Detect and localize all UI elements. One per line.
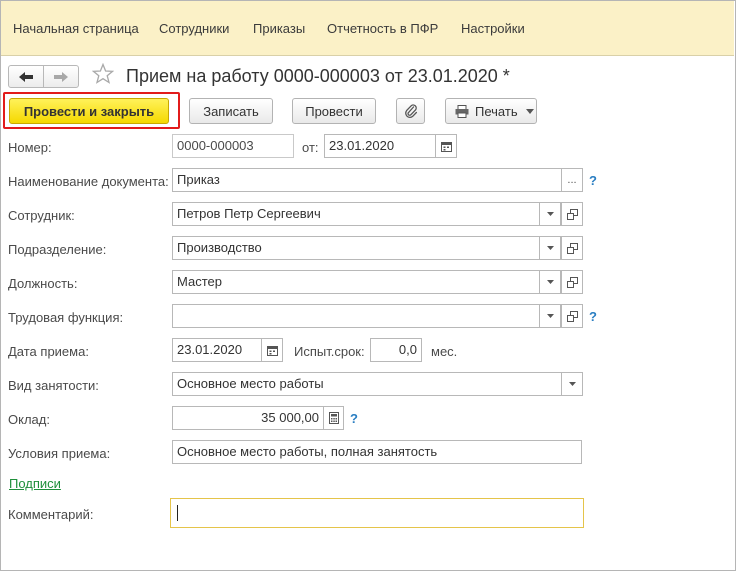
comment-field[interactable]: [170, 498, 584, 528]
hire-date-calendar-button[interactable]: [261, 338, 283, 362]
chevron-down-icon: [546, 212, 554, 216]
chevron-down-icon: [546, 246, 554, 250]
top-menu-bar: Начальная страница Сотрудники Приказы От…: [1, 1, 734, 56]
employee-field[interactable]: Петров Петр Сергеевич: [172, 202, 540, 226]
probation-unit-label: мес.: [431, 344, 458, 359]
save-button[interactable]: Записать: [189, 98, 273, 124]
calendar-icon: [266, 345, 278, 356]
forward-button[interactable]: [43, 65, 79, 88]
position-open-button[interactable]: [561, 270, 583, 294]
doc-name-select-button[interactable]: ...: [561, 168, 583, 192]
hire-date-label: Дата приема:: [8, 344, 89, 359]
number-field[interactable]: 0000-000003: [172, 134, 294, 158]
arrow-left-icon: [19, 71, 33, 82]
doc-name-help-icon[interactable]: ?: [589, 173, 597, 188]
date-from-label: от:: [302, 140, 319, 155]
document-date-field[interactable]: 23.01.2020: [324, 134, 436, 158]
salary-label: Оклад:: [8, 412, 50, 427]
position-label: Должность:: [8, 276, 78, 291]
probation-label: Испыт.срок:: [294, 344, 365, 359]
labor-function-label: Трудовая функция:: [8, 310, 124, 325]
probation-field[interactable]: 0,0: [370, 338, 422, 362]
chevron-down-icon: [546, 314, 554, 318]
menu-item-employees[interactable]: Сотрудники: [159, 21, 229, 36]
department-open-button[interactable]: [561, 236, 583, 260]
signatures-link[interactable]: Подписи: [9, 476, 61, 491]
comment-label: Комментарий:: [8, 507, 94, 522]
arrow-right-icon: [54, 71, 68, 82]
employment-type-field[interactable]: Основное место работы: [172, 372, 562, 396]
salary-field[interactable]: 35 000,00: [172, 406, 324, 430]
number-label: Номер:: [8, 140, 52, 155]
hire-date-field[interactable]: 23.01.2020: [172, 338, 262, 362]
department-label: Подразделение:: [8, 242, 107, 257]
chevron-down-icon: [546, 280, 554, 284]
department-field[interactable]: Производство: [172, 236, 540, 260]
doc-name-field[interactable]: Приказ: [172, 168, 562, 192]
menu-item-pfr-reports[interactable]: Отчетность в ПФР: [327, 21, 438, 36]
salary-help-icon[interactable]: ?: [350, 411, 358, 426]
doc-name-label: Наименование документа:: [8, 174, 169, 189]
paperclip-icon: [404, 104, 417, 118]
salary-calculator-button[interactable]: [323, 406, 344, 430]
text-cursor: [177, 505, 178, 521]
employee-dropdown-button[interactable]: [539, 202, 561, 226]
menu-item-home[interactable]: Начальная страница: [13, 21, 139, 36]
post-button[interactable]: Провести: [292, 98, 376, 124]
employment-type-label: Вид занятости:: [8, 378, 99, 393]
ellipsis-icon: ...: [567, 174, 577, 186]
open-form-icon: [566, 276, 578, 288]
open-form-icon: [566, 310, 578, 322]
post-and-close-button[interactable]: Провести и закрыть: [9, 98, 169, 124]
back-button[interactable]: [8, 65, 44, 88]
menu-item-settings[interactable]: Настройки: [461, 21, 525, 36]
attach-button[interactable]: [396, 98, 425, 124]
employment-type-dropdown-button[interactable]: [561, 372, 583, 396]
position-dropdown-button[interactable]: [539, 270, 561, 294]
department-dropdown-button[interactable]: [539, 236, 561, 260]
calculator-icon: [328, 412, 339, 424]
favorite-star-icon[interactable]: [92, 63, 114, 85]
employee-open-button[interactable]: [561, 202, 583, 226]
document-title: Прием на работу 0000-000003 от 23.01.202…: [126, 66, 510, 86]
open-form-icon: [566, 208, 578, 220]
calendar-icon: [440, 141, 452, 152]
print-button[interactable]: Печать: [445, 98, 537, 124]
employee-label: Сотрудник:: [8, 208, 75, 223]
chevron-down-icon: [525, 108, 534, 114]
document-date-calendar-button[interactable]: [435, 134, 457, 158]
menu-item-orders[interactable]: Приказы: [253, 21, 305, 36]
labor-function-dropdown-button[interactable]: [539, 304, 561, 328]
chevron-down-icon: [568, 382, 576, 386]
labor-function-help-icon[interactable]: ?: [589, 309, 597, 324]
position-field[interactable]: Мастер: [172, 270, 540, 294]
labor-function-open-button[interactable]: [561, 304, 583, 328]
printer-icon: [455, 104, 469, 118]
labor-function-field[interactable]: [172, 304, 540, 328]
conditions-field[interactable]: Основное место работы, полная занятость: [172, 440, 582, 464]
conditions-label: Условия приема:: [8, 446, 111, 461]
print-button-label: Печать: [475, 103, 518, 119]
open-form-icon: [566, 242, 578, 254]
